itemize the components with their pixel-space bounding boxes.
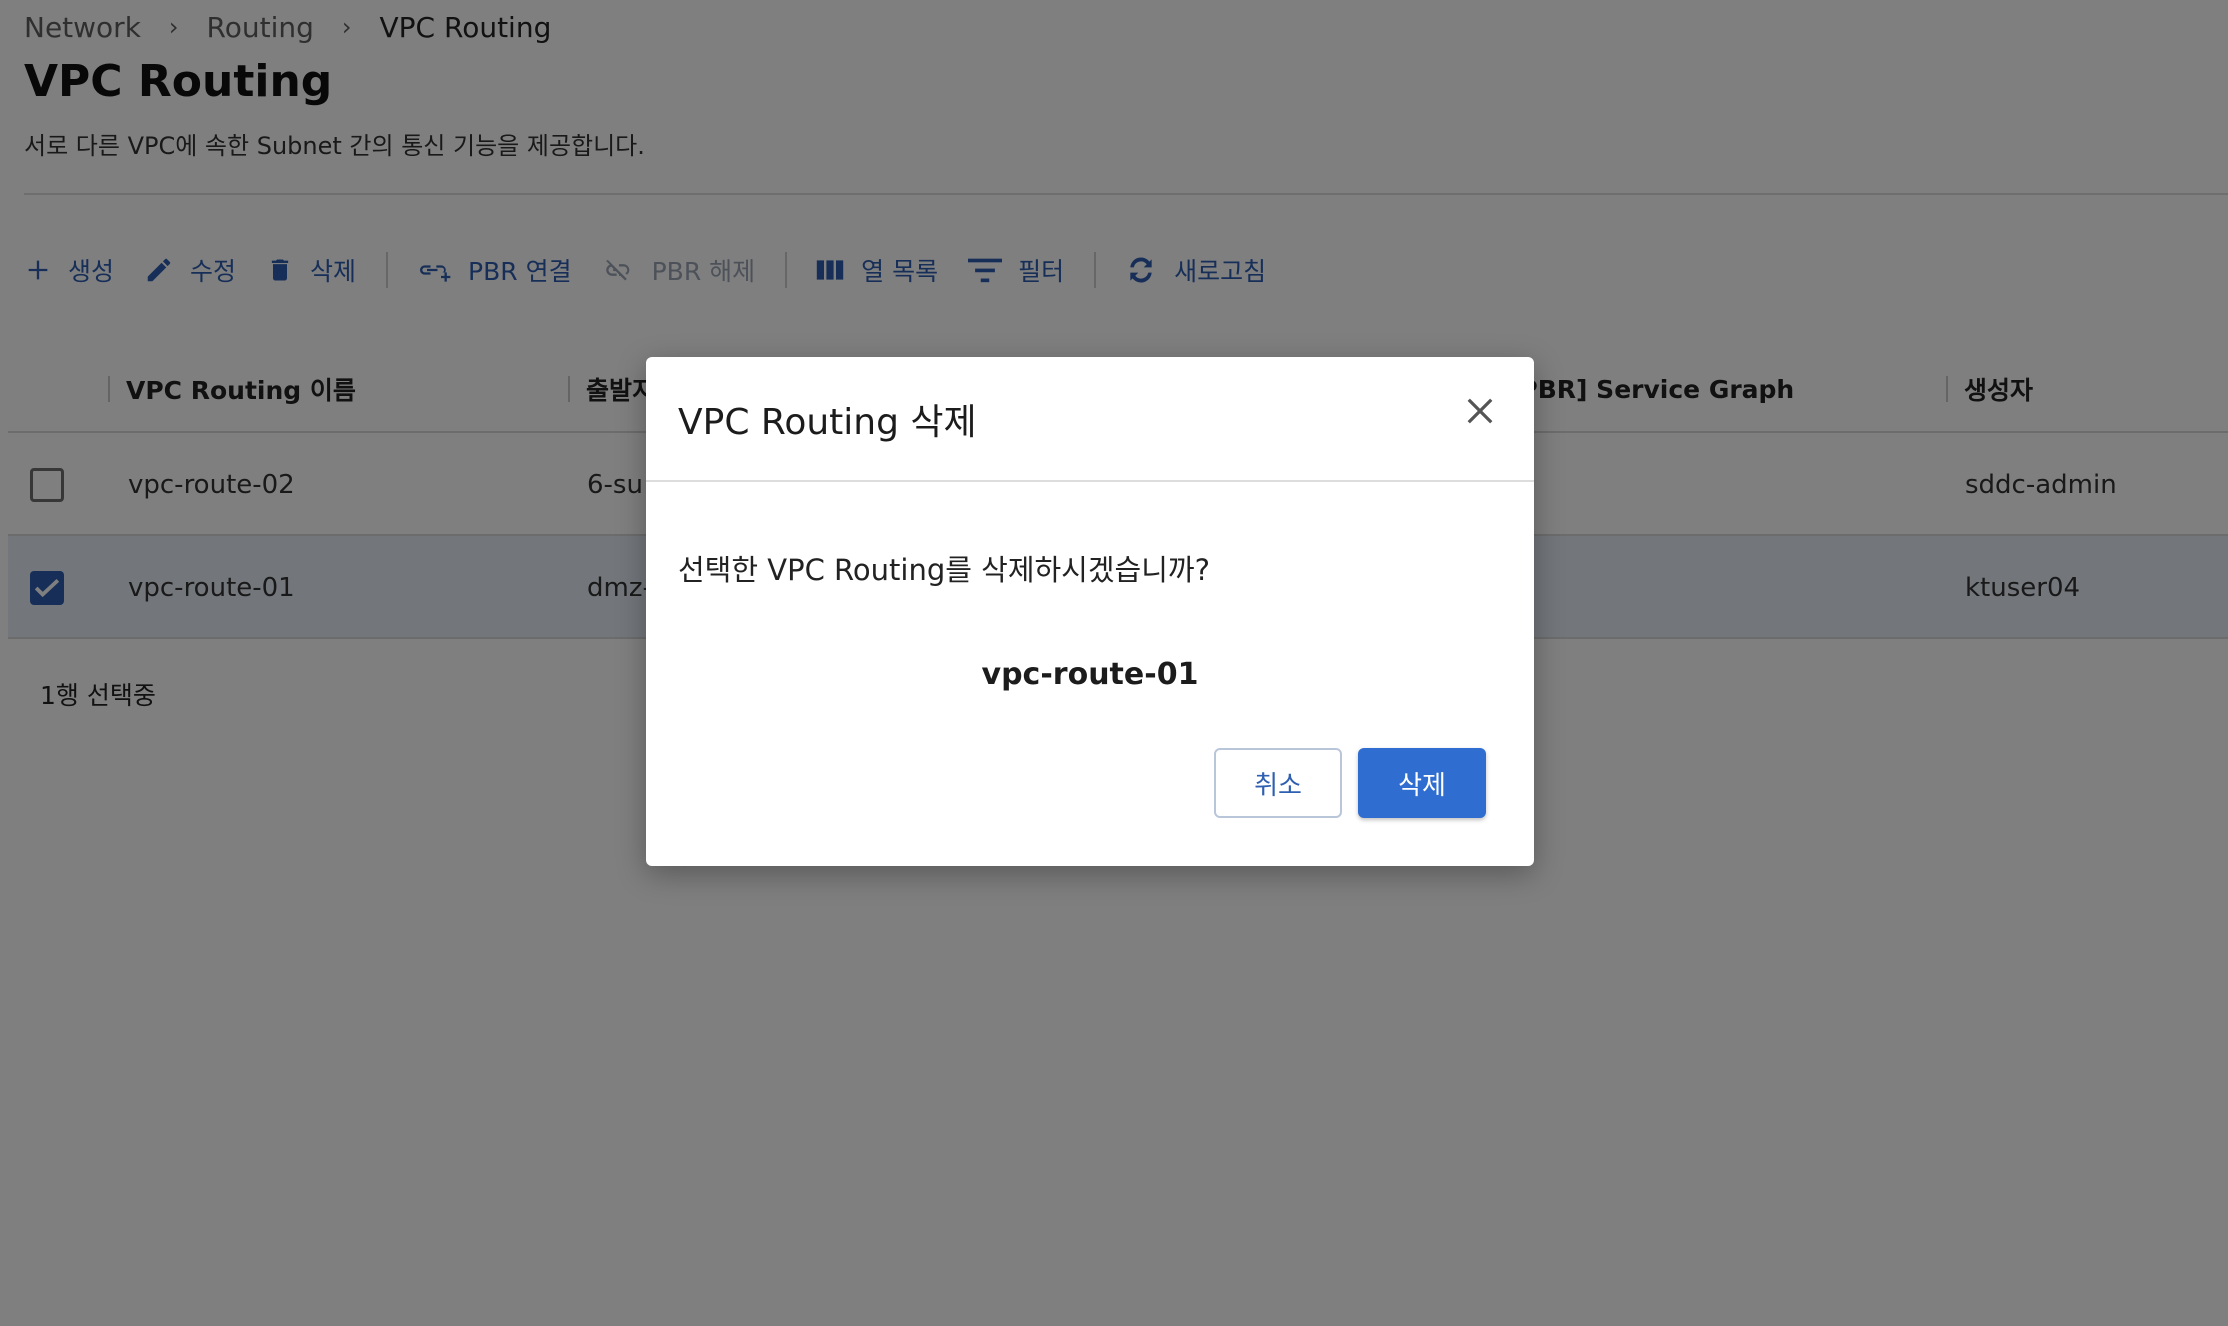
dialog-target-name: vpc-route-01: [981, 657, 1199, 692]
page: Network › Routing › VPC Routing VPC Rout…: [0, 0, 2228, 1326]
cancel-button[interactable]: 취소: [1214, 748, 1342, 818]
dialog-message: 선택한 VPC Routing를 삭제하시겠습니까?: [678, 553, 1210, 587]
delete-dialog: VPC Routing 삭제 선택한 VPC Routing를 삭제하시겠습니까…: [646, 357, 1534, 866]
dialog-title: VPC Routing 삭제: [678, 402, 977, 443]
close-icon: [1467, 398, 1493, 424]
close-button[interactable]: [1460, 391, 1500, 431]
confirm-delete-button[interactable]: 삭제: [1358, 748, 1486, 818]
dialog-divider: [646, 480, 1534, 482]
